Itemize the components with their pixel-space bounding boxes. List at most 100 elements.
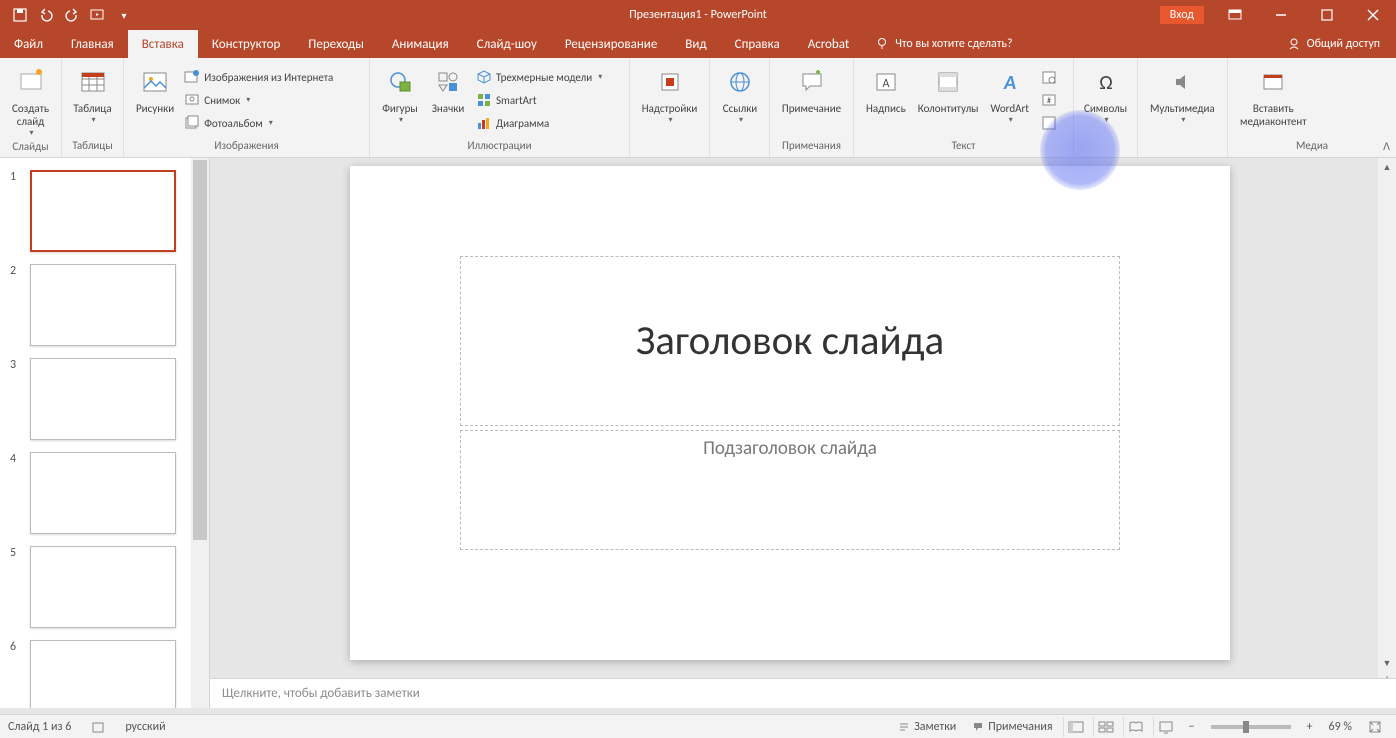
slide-scrollbar-vertical[interactable]: ▲ ▼ ≜ ≚: [1378, 158, 1396, 708]
slide-number-button[interactable]: #: [1039, 89, 1059, 111]
svg-text:A: A: [1003, 71, 1016, 95]
ribbon-tabs: Файл Главная Вставка Конструктор Переход…: [0, 30, 1396, 58]
group-label-tables: Таблицы: [62, 139, 123, 157]
media-button[interactable]: Мультимедиа ▾: [1144, 62, 1221, 127]
ribbon-display-icon[interactable]: [1212, 0, 1258, 30]
fit-to-window-button[interactable]: [1362, 718, 1388, 736]
undo-icon[interactable]: [34, 3, 58, 27]
table-icon: [77, 66, 109, 98]
date-time-icon: [1041, 69, 1057, 85]
svg-text:Ω: Ω: [1099, 71, 1112, 95]
thumbnail-1[interactable]: 1: [0, 164, 209, 258]
notes-toggle[interactable]: Заметки: [892, 718, 962, 736]
shapes-button[interactable]: Фигуры ▾: [376, 62, 424, 127]
new-slide-button[interactable]: Создать слайд ▾: [6, 62, 55, 140]
tab-acrobat[interactable]: Acrobat: [794, 30, 864, 58]
tab-insert[interactable]: Вставка: [128, 30, 198, 58]
thumbnail-4[interactable]: 4: [0, 446, 209, 540]
thumbnail-scrollbar[interactable]: [191, 158, 209, 708]
embed-button[interactable]: Вставить медиаконтент: [1234, 62, 1313, 130]
pictures-button[interactable]: Рисунки: [130, 62, 180, 117]
table-button[interactable]: Таблица ▾: [68, 62, 117, 127]
zoom-out-button[interactable]: −: [1183, 718, 1201, 736]
wordart-button[interactable]: A WordArt ▾: [985, 62, 1035, 127]
scroll-down-icon[interactable]: ▼: [1378, 654, 1396, 672]
title-placeholder[interactable]: Заголовок слайда: [460, 256, 1120, 426]
wordart-icon: A: [994, 66, 1026, 98]
tab-home[interactable]: Главная: [57, 30, 128, 58]
object-icon: [1041, 115, 1057, 131]
thumbnail-3[interactable]: 3: [0, 352, 209, 446]
comment-button[interactable]: Примечание: [776, 62, 847, 117]
date-time-button[interactable]: [1039, 66, 1059, 88]
screenshot-icon: [184, 92, 200, 108]
tab-transitions[interactable]: Переходы: [294, 30, 378, 58]
share-button[interactable]: Общий доступ: [1271, 30, 1396, 58]
group-embed: Вставить медиаконтент Медиа: [1228, 58, 1396, 157]
textbox-button[interactable]: A Надпись: [860, 62, 912, 117]
normal-view-button[interactable]: [1063, 717, 1089, 737]
speaker-icon: [1166, 66, 1198, 98]
tab-help[interactable]: Справка: [721, 30, 794, 58]
zoom-slider[interactable]: [1211, 725, 1291, 729]
slide-canvas[interactable]: Заголовок слайда Подзаголовок слайда: [350, 166, 1230, 660]
smartart-icon: [476, 92, 492, 108]
smartart-button[interactable]: SmartArt: [472, 89, 606, 111]
notes-icon: [898, 721, 910, 733]
minimize-icon[interactable]: [1258, 0, 1304, 30]
svg-text:#: #: [1047, 96, 1051, 106]
group-label-embed: Медиа: [1228, 139, 1396, 157]
group-label-illustrations: Иллюстрации: [370, 139, 629, 157]
group-label-images: Изображения: [124, 139, 369, 157]
slideshow-view-button[interactable]: [1153, 717, 1179, 737]
slideshow-from-start-icon[interactable]: [86, 3, 110, 27]
addins-button[interactable]: Надстройки ▾: [636, 62, 703, 127]
tab-review[interactable]: Рецензирование: [551, 30, 671, 58]
photo-album-button[interactable]: Фотоальбом▾: [180, 112, 337, 134]
tell-me-label: Что вы хотите сделать?: [895, 37, 1012, 51]
dropdown-arrow-icon: ▾: [91, 115, 95, 125]
screenshot-button[interactable]: Снимок▾: [180, 89, 337, 111]
tab-design[interactable]: Конструктор: [198, 30, 294, 58]
links-button[interactable]: Ссылки ▾: [716, 62, 764, 127]
online-pictures-button[interactable]: Изображения из Интернета: [180, 66, 337, 88]
tab-animations[interactable]: Анимация: [378, 30, 463, 58]
maximize-icon[interactable]: [1304, 0, 1350, 30]
scroll-up-icon[interactable]: ▲: [1378, 158, 1396, 176]
tab-file[interactable]: Файл: [0, 30, 57, 58]
close-icon[interactable]: [1350, 0, 1396, 30]
symbols-button[interactable]: Ω Символы ▾: [1080, 62, 1131, 127]
thumbnail-6[interactable]: 6: [0, 634, 209, 708]
sorter-view-button[interactable]: [1093, 717, 1119, 737]
redo-icon[interactable]: [60, 3, 84, 27]
tab-slideshow[interactable]: Слайд-шоу: [463, 30, 551, 58]
save-icon[interactable]: [8, 3, 32, 27]
icons-button[interactable]: Значки: [424, 62, 472, 117]
collapse-ribbon-icon[interactable]: ᐱ: [1383, 140, 1390, 153]
thumbnail-5[interactable]: 5: [0, 540, 209, 634]
language-indicator[interactable]: русский: [125, 720, 165, 734]
thumbnail-2[interactable]: 2: [0, 258, 209, 352]
sign-in-button[interactable]: Вход: [1160, 6, 1204, 24]
qat-customize-icon[interactable]: ▾: [112, 3, 136, 27]
notes-pane[interactable]: Щелкните, чтобы добавить заметки: [210, 678, 1396, 708]
embed-icon: [1257, 66, 1289, 98]
cube-icon: [476, 69, 492, 85]
group-comments: Примечание Примечания: [770, 58, 854, 157]
3d-models-button[interactable]: Трехмерные модели▾: [472, 66, 606, 88]
slide-thumbnails-panel: 1 2 3 4 5 6: [0, 158, 210, 708]
reading-view-button[interactable]: [1123, 717, 1149, 737]
tell-me-search[interactable]: Что вы хотите сделать?: [863, 30, 1024, 58]
addins-icon: [654, 66, 686, 98]
zoom-in-button[interactable]: +: [1301, 718, 1319, 736]
header-footer-button[interactable]: Колонтитулы: [912, 62, 985, 117]
chart-button[interactable]: Диаграмма: [472, 112, 606, 134]
spelling-button[interactable]: [85, 718, 111, 736]
object-button[interactable]: [1039, 112, 1059, 134]
icons-icon: [432, 66, 464, 98]
tab-view[interactable]: Вид: [671, 30, 720, 58]
group-label-text: Текст: [854, 139, 1073, 157]
comments-toggle[interactable]: Примечания: [966, 718, 1058, 736]
zoom-level[interactable]: 69 %: [1329, 720, 1352, 734]
subtitle-placeholder[interactable]: Подзаголовок слайда: [460, 430, 1120, 550]
